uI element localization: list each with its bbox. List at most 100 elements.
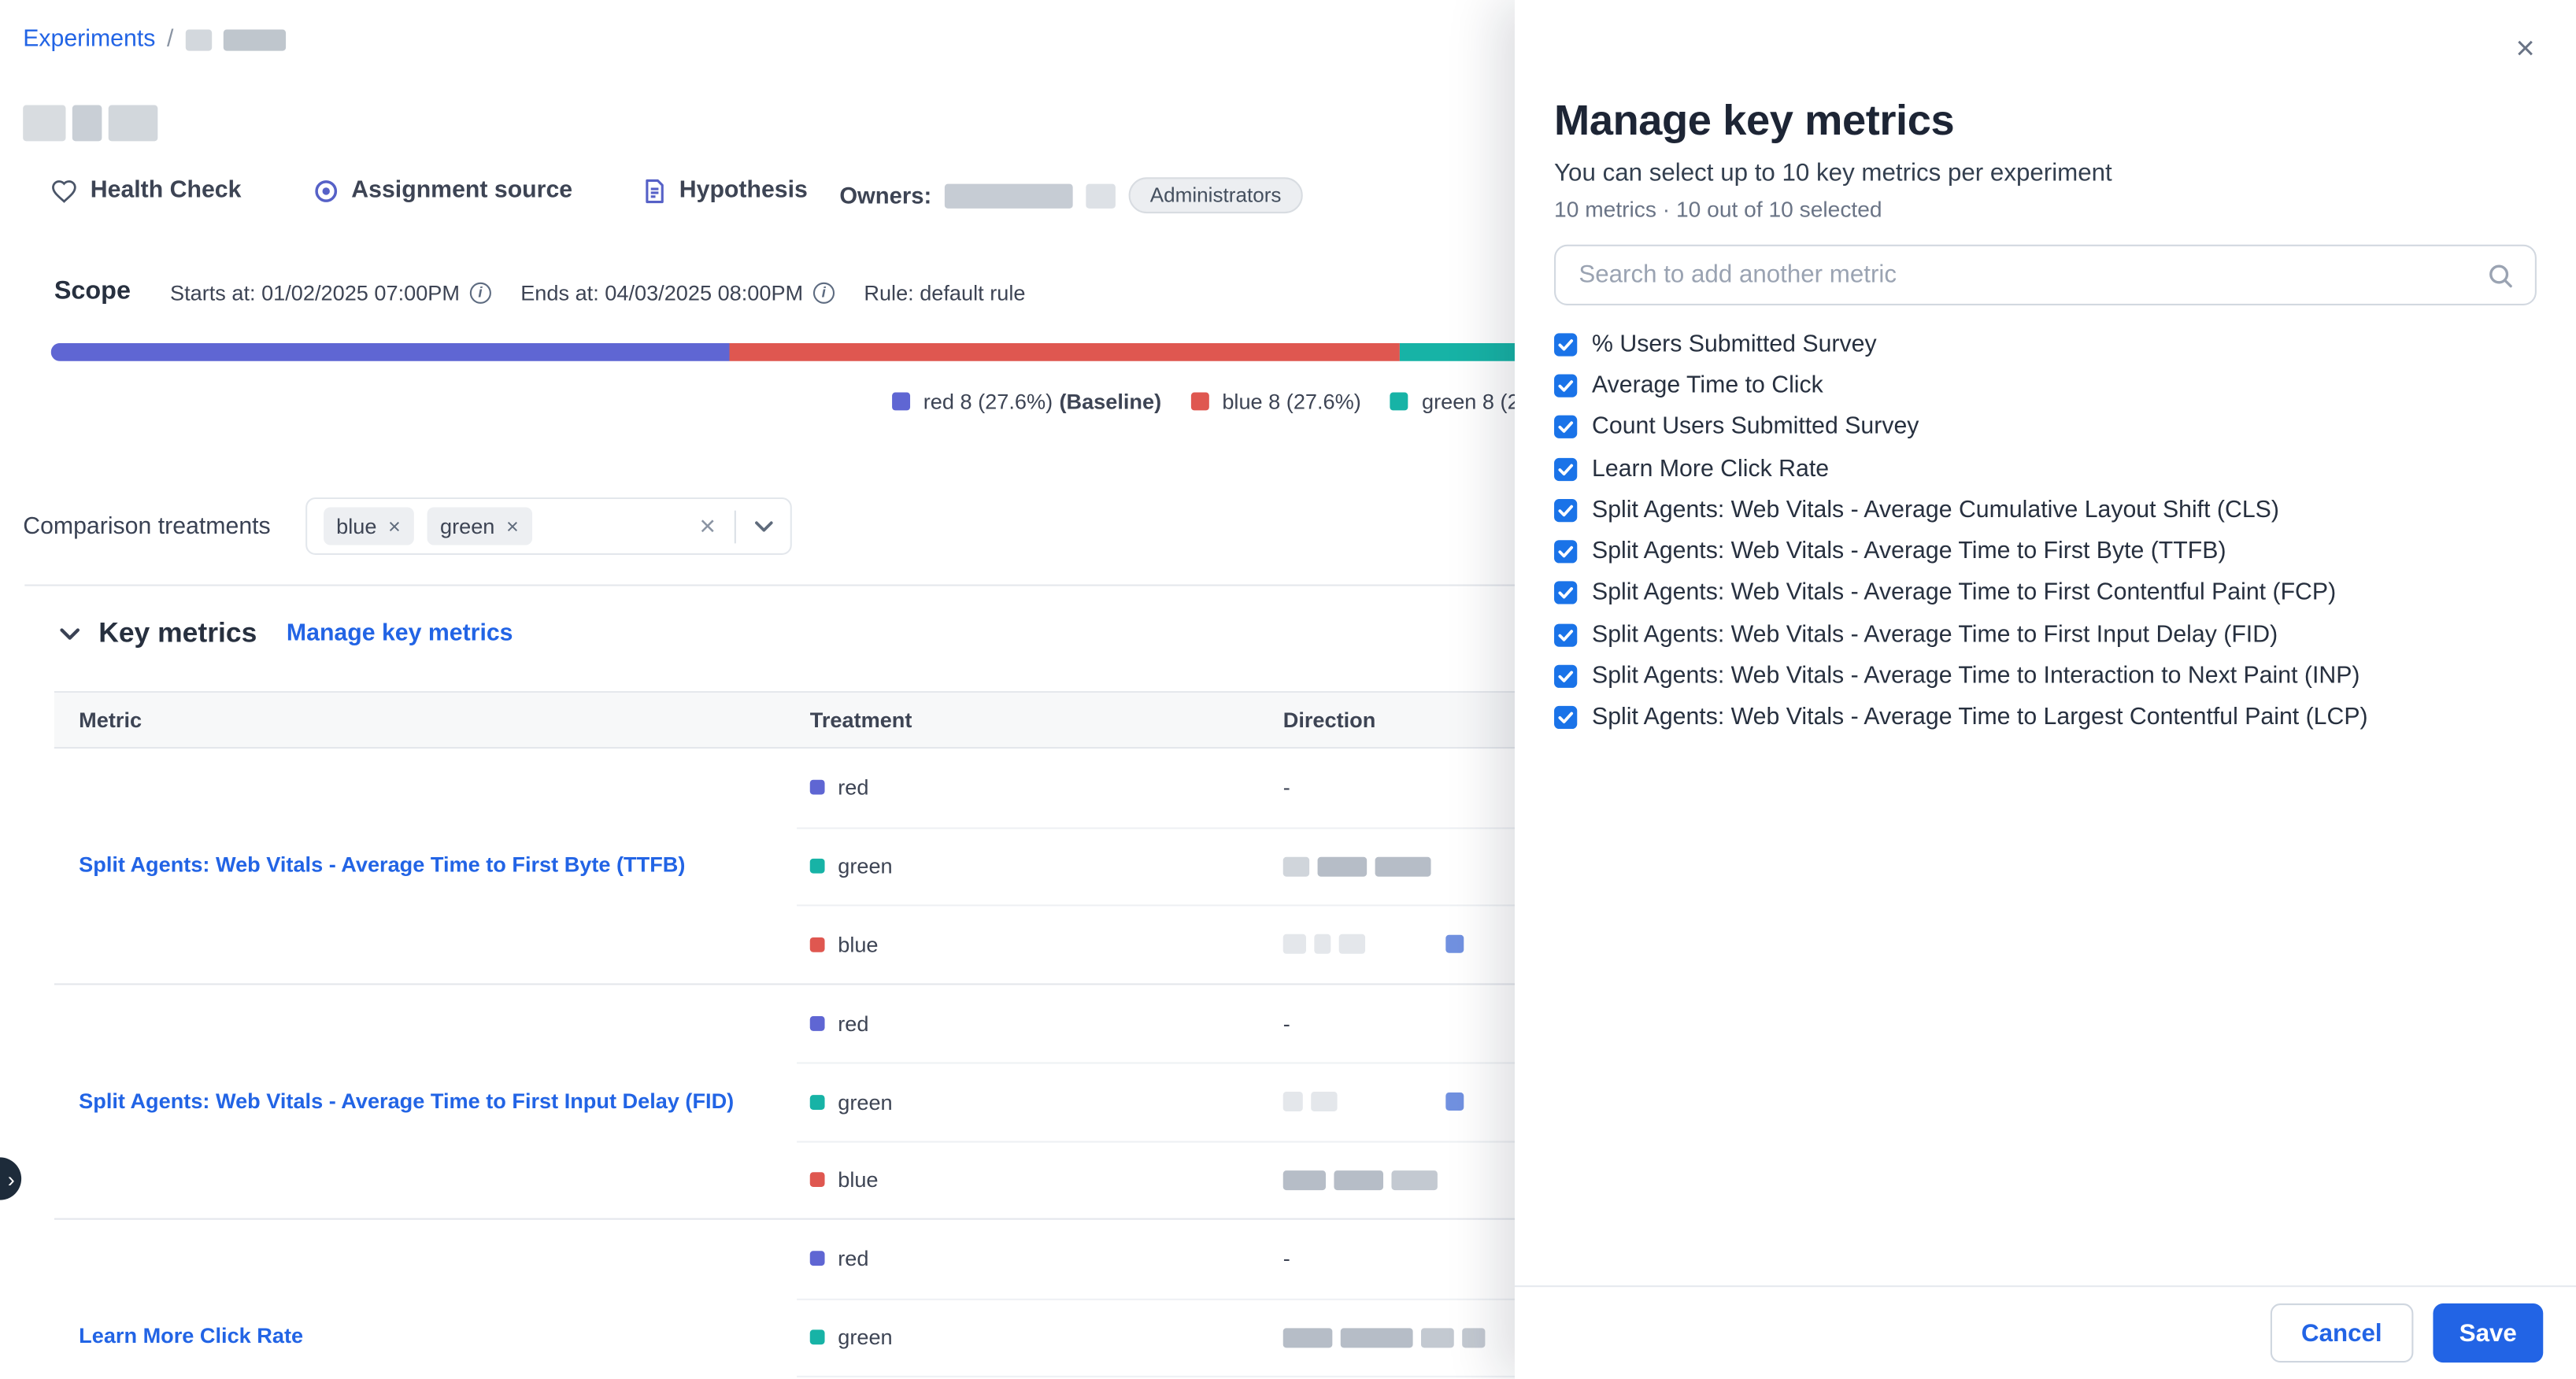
- redacted-owner-name: [1086, 183, 1116, 208]
- info-icon[interactable]: i: [813, 282, 835, 303]
- checkbox-checked[interactable]: [1554, 416, 1577, 438]
- key-metrics-title: Key metrics: [59, 617, 257, 650]
- manage-key-metrics-link[interactable]: Manage key metrics: [287, 620, 513, 646]
- close-icon[interactable]: ×: [2515, 33, 2534, 66]
- redacted-page-title: [23, 105, 157, 141]
- metric-label: Split Agents: Web Vitals - Average Cumul…: [1592, 497, 2279, 523]
- redacted-title-block: [72, 105, 102, 141]
- metric-link[interactable]: Learn More Click Rate: [79, 1322, 303, 1351]
- treatment-cell: red: [797, 1247, 1270, 1271]
- administrators-chip: Administrators: [1129, 177, 1303, 213]
- treatment-chip-green: green ×: [427, 507, 531, 545]
- metric-cell: Learn More Click Rate: [54, 1220, 797, 1379]
- redacted-direction-value: [1391, 1170, 1437, 1190]
- drawer-selection-count: 10 metrics · 10 out of 10 selected: [1554, 197, 2537, 221]
- experiment-tabs: Health Check Assignment source Hypothesi…: [51, 177, 808, 203]
- checkbox-checked[interactable]: [1554, 582, 1577, 604]
- column-header-metric: Metric: [54, 708, 797, 732]
- chevron-down-icon[interactable]: [753, 519, 773, 533]
- legend-item: red 8 (27.6%) (Baseline): [892, 389, 1161, 413]
- treatment-name: green: [838, 1325, 892, 1350]
- scope-starts-text: Starts at: 01/02/2025 07:00PM: [170, 280, 460, 305]
- allocation-legend: red 8 (27.6%) (Baseline) blue 8 (27.6%) …: [892, 389, 1575, 413]
- scope-rule-text: Rule: default rule: [864, 280, 1025, 305]
- search-input[interactable]: [1556, 246, 2535, 304]
- metric-search-box: [1554, 245, 2537, 305]
- clear-selection-icon[interactable]: ×: [699, 512, 716, 540]
- direction-marker: [1445, 935, 1464, 953]
- scope-row: Scope Starts at: 01/02/2025 07:00PM i En…: [54, 277, 1026, 307]
- remove-chip-icon[interactable]: ×: [388, 516, 401, 537]
- tab-health-check[interactable]: Health Check: [51, 177, 242, 203]
- heart-icon: [51, 178, 77, 202]
- owners-row: Owners: Administrators: [839, 177, 1302, 213]
- remove-chip-icon[interactable]: ×: [506, 516, 519, 537]
- direction-marker: [1445, 1093, 1464, 1111]
- comparison-treatments-select[interactable]: blue × green × ×: [305, 497, 792, 555]
- treatment-chip-blue: blue ×: [323, 507, 413, 545]
- checkbox-checked[interactable]: [1554, 623, 1577, 646]
- scope-title: Scope: [54, 277, 131, 307]
- redacted-direction-value: [1311, 1092, 1337, 1112]
- metric-list-item: % Users Submitted Survey: [1554, 323, 2537, 365]
- redacted-direction-value: [1341, 1328, 1413, 1348]
- redacted-owner-name: [945, 183, 1073, 208]
- redacted-breadcrumb-item: [185, 28, 211, 50]
- treatment-cell: red: [797, 775, 1270, 800]
- metric-label: Split Agents: Web Vitals - Average Time …: [1592, 664, 2359, 690]
- redacted-direction-value: [1334, 1170, 1383, 1190]
- target-icon: [313, 178, 338, 202]
- tab-hypothesis[interactable]: Hypothesis: [645, 177, 808, 203]
- metric-list-item: Split Agents: Web Vitals - Average Time …: [1554, 656, 2537, 697]
- metric-list-item: Learn More Click Rate: [1554, 448, 2537, 490]
- redacted-breadcrumb-item: [223, 28, 285, 50]
- legend-item: blue 8 (27.6%): [1191, 389, 1361, 413]
- checkbox-checked[interactable]: [1554, 540, 1577, 563]
- redacted-direction-value: [1375, 856, 1431, 876]
- owners-label: Owners:: [839, 183, 931, 209]
- metric-label: Split Agents: Web Vitals - Average Time …: [1592, 538, 2226, 564]
- breadcrumb-experiments-link[interactable]: Experiments: [23, 26, 155, 52]
- metric-list-item: Split Agents: Web Vitals - Average Time …: [1554, 531, 2537, 573]
- tab-label: Assignment source: [351, 177, 572, 203]
- treatment-cell: red: [797, 1011, 1270, 1035]
- treatment-color-dot: [810, 1016, 825, 1031]
- redacted-direction-value: [1314, 934, 1331, 954]
- legend-swatch: [1390, 392, 1408, 410]
- treatment-color-dot: [810, 1251, 825, 1266]
- tab-label: Hypothesis: [679, 177, 808, 203]
- checkbox-checked[interactable]: [1554, 499, 1577, 522]
- info-icon[interactable]: i: [470, 282, 491, 303]
- save-button[interactable]: Save: [2433, 1303, 2543, 1362]
- cancel-button[interactable]: Cancel: [2270, 1303, 2413, 1362]
- metric-list-item: Split Agents: Web Vitals - Average Time …: [1554, 697, 2537, 739]
- baseline-badge: (Baseline): [1059, 389, 1161, 413]
- tab-assignment-source[interactable]: Assignment source: [313, 177, 572, 203]
- treatment-name: red: [838, 1247, 868, 1271]
- app-root: Experiments / Health Check Assignment so…: [0, 0, 2576, 1379]
- manage-key-metrics-drawer: × Manage key metrics You can select up t…: [1515, 0, 2576, 1379]
- metric-link[interactable]: Split Agents: Web Vitals - Average Time …: [79, 1087, 734, 1116]
- checkbox-checked[interactable]: [1554, 707, 1577, 730]
- select-divider: [734, 510, 735, 543]
- breadcrumb-separator: /: [167, 26, 173, 52]
- legend-label: red 8 (27.6%): [923, 389, 1053, 413]
- redacted-direction-value: [1421, 1328, 1454, 1348]
- redacted-direction-value: [1318, 856, 1368, 876]
- treatment-color-dot: [810, 780, 825, 795]
- checkbox-checked[interactable]: [1554, 374, 1577, 397]
- treatment-cell: blue: [797, 932, 1270, 956]
- treatment-name: red: [838, 1011, 868, 1035]
- metric-cell: Split Agents: Web Vitals - Average Time …: [54, 749, 797, 982]
- checkbox-checked[interactable]: [1554, 457, 1577, 480]
- checkbox-checked[interactable]: [1554, 665, 1577, 688]
- redacted-title-block: [23, 105, 65, 141]
- scope-starts: Starts at: 01/02/2025 07:00PM i: [170, 280, 491, 305]
- metric-label: Split Agents: Web Vitals - Average Time …: [1592, 704, 2368, 730]
- metric-list-item: Split Agents: Web Vitals - Average Time …: [1554, 572, 2537, 614]
- legend-swatch: [892, 392, 910, 410]
- collapse-chevron-icon[interactable]: [59, 627, 80, 641]
- metric-cell: Split Agents: Web Vitals - Average Time …: [54, 984, 797, 1218]
- metric-link[interactable]: Split Agents: Web Vitals - Average Time …: [79, 851, 685, 880]
- checkbox-checked[interactable]: [1554, 333, 1577, 356]
